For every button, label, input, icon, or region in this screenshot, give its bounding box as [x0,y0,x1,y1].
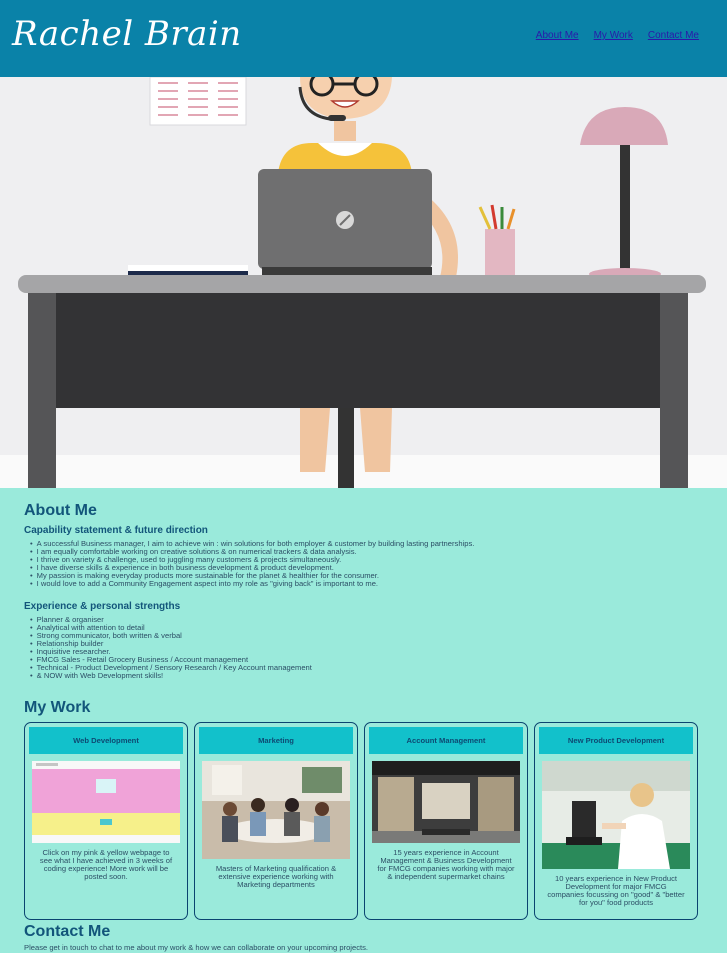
lab-photo [542,761,690,869]
work-cards: Web Development Click on my pink & yello… [24,722,703,920]
experience-list: Planner & organiser Analytical with atte… [30,616,703,680]
card-text: Masters of Marketing qualification & ext… [215,864,337,889]
site-header: Rachel Brain About Me My Work Contact Me [0,0,727,77]
work-card-marketing[interactable]: Marketing Masters of Marketing qualifica… [194,722,358,920]
card-title: Marketing [199,727,353,754]
card-title: Web Development [29,727,183,754]
work-card-npd[interactable]: New Product Development 10 years experie… [534,722,698,920]
work-card-account[interactable]: Account Management 15 years experience i… [364,722,528,920]
nav-link-contact[interactable]: Contact Me [648,30,699,41]
card-title: Account Management [369,727,523,754]
experience-heading: Experience & personal strengths [24,601,181,612]
nav-link-work[interactable]: My Work [594,30,633,41]
list-item: & NOW with Web Development skills! [30,672,703,680]
webpage-thumbnail[interactable] [32,761,180,843]
contact-heading: Contact Me [24,923,111,940]
work-card-web[interactable]: Web Development Click on my pink & yello… [24,722,188,920]
card-title: New Product Development [539,727,693,754]
supermarket-photo [372,761,520,843]
list-item: I would love to add a Community Engageme… [30,580,703,588]
main-nav: About Me My Work Contact Me [536,30,699,41]
capability-heading: Capability statement & future direction [24,525,208,536]
work-heading: My Work [24,699,91,716]
list-item: Relationship builder [30,640,703,648]
nav-link-about[interactable]: About Me [536,30,579,41]
hero-illustration [0,77,727,488]
card-text: Click on my pink & yellow webpage to see… [39,848,173,881]
contact-text: Please get in touch to chat to me about … [24,943,369,952]
brand-logo[interactable]: Rachel Brain [12,14,242,54]
marketing-photo [202,761,350,859]
list-item: Strong communicator, both written & verb… [30,632,703,640]
card-text: 15 years experience in Account Managemen… [377,848,515,881]
capability-list: A successful Business manager, I aim to … [30,540,703,588]
about-heading: About Me [24,502,97,519]
card-text: 10 years experience in New Product Devel… [547,874,685,907]
